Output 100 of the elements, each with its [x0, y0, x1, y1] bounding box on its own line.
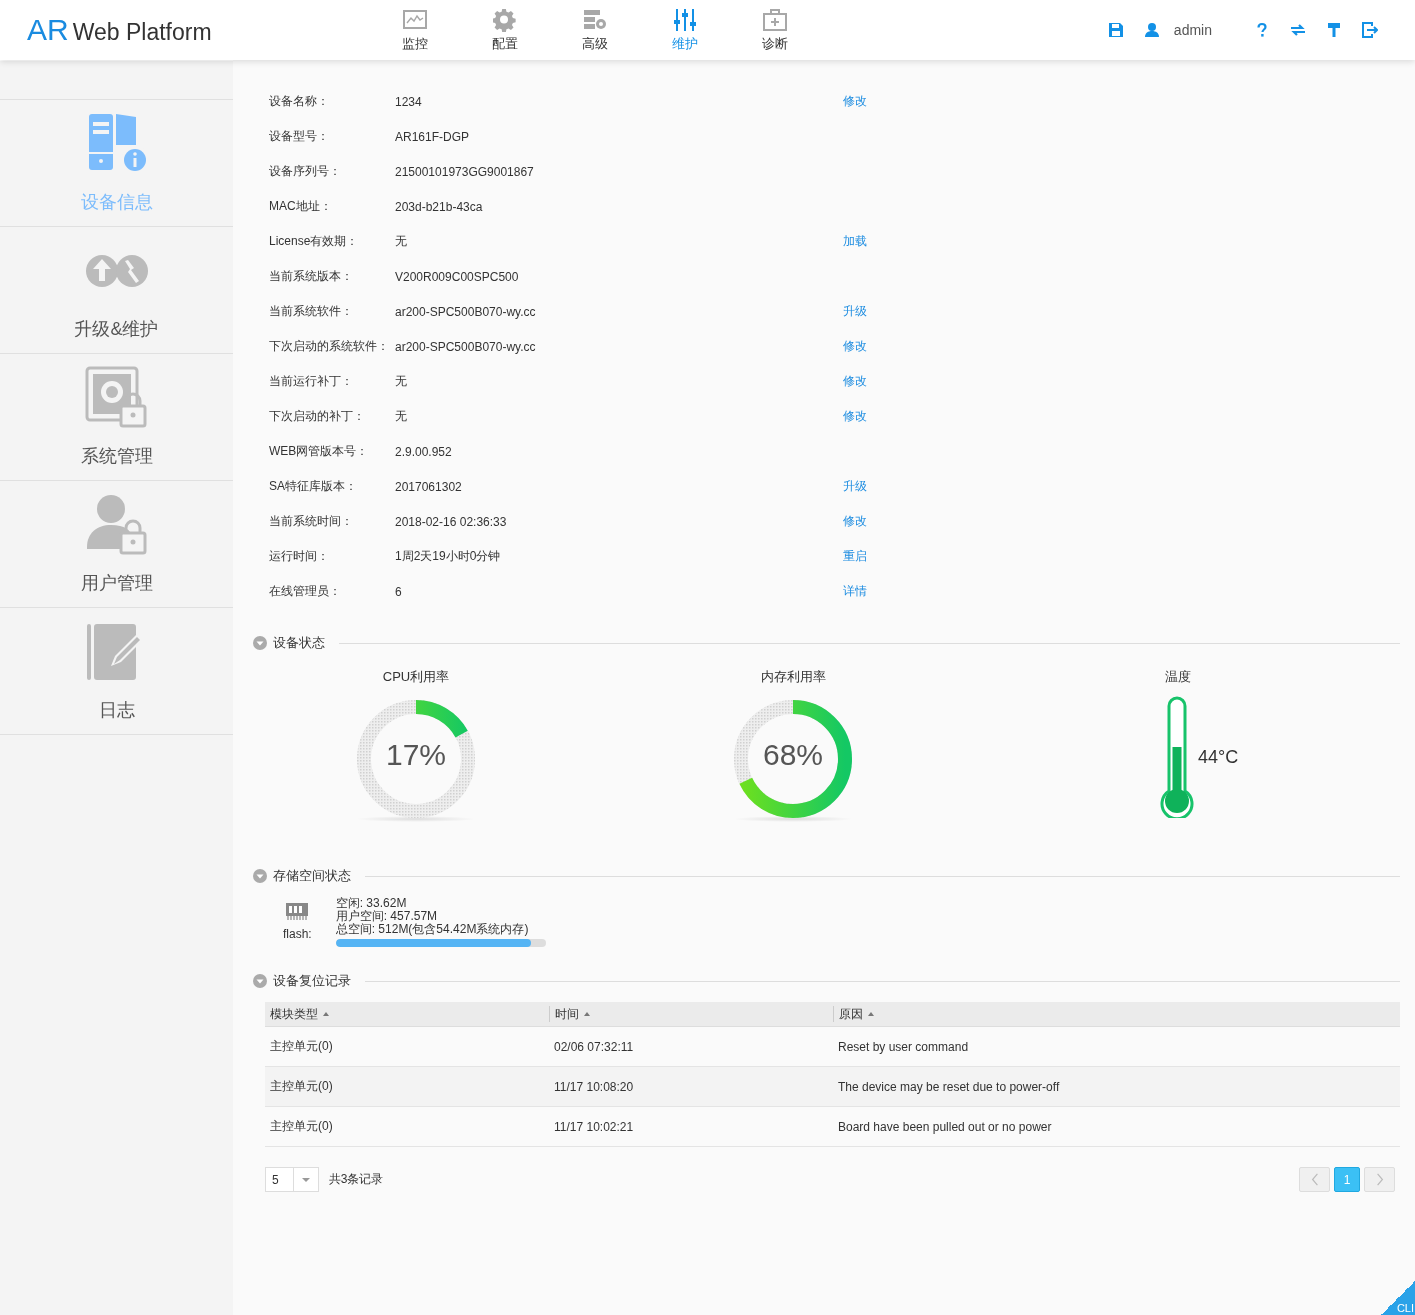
- action-link[interactable]: 修改: [843, 93, 867, 110]
- user-icon: [1143, 22, 1160, 38]
- chevron-right-icon: [1375, 1173, 1384, 1186]
- sidebar-item[interactable]: 设备信息: [0, 100, 233, 227]
- nav-tab[interactable]: 维护: [640, 7, 730, 53]
- user-lock-icon: [84, 493, 149, 557]
- section-title: 设备复位记录: [273, 972, 351, 990]
- field-value: 6: [395, 584, 403, 599]
- table-cell-text: 主控单元(0): [269, 1038, 334, 1055]
- section-title: 设备状态: [273, 634, 325, 652]
- field-label: License有效期：: [269, 233, 360, 250]
- sidebar-item[interactable]: 用户管理: [0, 481, 233, 608]
- field-label: 当前运行补丁：: [269, 373, 354, 390]
- action-link[interactable]: 详情: [843, 583, 867, 600]
- action-link[interactable]: 修改: [843, 338, 867, 355]
- field-value: 无: [395, 233, 408, 250]
- collapse-icon[interactable]: [253, 869, 267, 883]
- storage-total: 总空间: 512M(包含54.42M系统内存): [335, 923, 530, 936]
- section-title: 存储空间状态: [273, 867, 351, 885]
- column-header[interactable]: 时间: [549, 1006, 833, 1022]
- field-label: 当前系统版本：: [269, 268, 354, 285]
- field-label: 设备名称：: [269, 93, 330, 110]
- collapse-icon[interactable]: [253, 974, 267, 988]
- sidebar-item[interactable]: 系统管理: [0, 354, 233, 481]
- page-button[interactable]: 1: [1334, 1167, 1360, 1192]
- memory-chip-icon: [285, 901, 310, 921]
- gauge-reading: 68%: [761, 738, 824, 772]
- field-value: 无: [395, 408, 408, 425]
- logo-brand: AR: [27, 13, 69, 47]
- action-link[interactable]: 修改: [843, 513, 867, 530]
- nav-tab[interactable]: 高级: [550, 7, 640, 53]
- column-header[interactable]: 原因: [833, 1006, 879, 1022]
- cli-corner-button[interactable]: CLI: [1381, 1281, 1415, 1315]
- field-value: 无: [395, 373, 408, 390]
- storage-user: 用户空间: 457.57M: [335, 910, 439, 923]
- field-label: SA特征库版本：: [269, 478, 358, 495]
- table-cell-text: The device may be reset due to power-off: [837, 1079, 1061, 1094]
- action-link[interactable]: 修改: [843, 408, 867, 425]
- chevron-left-icon: [1310, 1173, 1319, 1186]
- pin-icon[interactable]: [1326, 22, 1342, 38]
- logo-name: Web Platform: [72, 19, 212, 46]
- gauge-label: 内存利用率: [760, 668, 826, 686]
- field-value: 21500101973GG9001867: [395, 164, 535, 179]
- record-count: 共3条记录: [328, 1171, 384, 1188]
- gauge-reading: 17%: [384, 738, 447, 772]
- field-value: 203d-b21b-43ca: [395, 199, 484, 214]
- nav-tab[interactable]: 监控: [370, 7, 460, 53]
- table-cell-text: Reset by user command: [837, 1039, 970, 1054]
- field-value: 1234: [395, 94, 423, 109]
- action-link[interactable]: 加载: [843, 233, 867, 250]
- field-label: 设备型号：: [269, 128, 330, 145]
- collapse-icon[interactable]: [253, 636, 267, 650]
- field-label: 当前系统软件：: [269, 303, 354, 320]
- nav-tab[interactable]: 配置: [460, 7, 550, 53]
- field-label: 下次启动的补丁：: [269, 408, 366, 425]
- field-label: 在线管理员：: [269, 583, 342, 600]
- field-value: ar200-SPC500B070-wy.cc: [395, 304, 537, 319]
- field-value: 2018-02-16 02:36:33: [395, 514, 508, 529]
- sliders-icon: [673, 7, 697, 32]
- action-link[interactable]: 修改: [843, 373, 867, 390]
- table-cell-text: 11/17 10:08:20: [553, 1079, 635, 1094]
- field-label: WEB网管版本号：: [269, 443, 370, 460]
- gauge-label: CPU利用率: [382, 668, 450, 686]
- field-value: 2.9.00.952: [395, 444, 453, 459]
- nav-tab[interactable]: 诊断: [730, 7, 820, 53]
- field-value: 1周2天19小时0分钟: [395, 548, 502, 565]
- field-label: 运行时间：: [269, 548, 330, 565]
- table-cell-text: Board have been pulled out or no power: [837, 1119, 1053, 1134]
- action-link[interactable]: 升级: [843, 303, 867, 320]
- save-icon[interactable]: [1107, 22, 1124, 38]
- action-link[interactable]: 升级: [843, 478, 867, 495]
- sidebar-item[interactable]: 日志: [0, 608, 233, 735]
- temperature-reading: 44°C: [1198, 746, 1239, 768]
- settings-lock-icon: [84, 366, 149, 430]
- medical-kit-icon: [763, 7, 787, 32]
- table-cell-text: 主控单元(0): [269, 1118, 334, 1135]
- field-value: AR161F-DGP: [395, 129, 471, 144]
- logout-icon[interactable]: [1362, 22, 1378, 38]
- field-value: V200R009C00SPC500: [395, 269, 520, 284]
- gauge-label: 温度: [1164, 668, 1191, 686]
- action-link[interactable]: 重启: [843, 548, 867, 565]
- storage-free: 空闲: 33.62M: [335, 897, 408, 910]
- sidebar-item[interactable]: 升级&维护: [0, 227, 233, 354]
- swap-arrows-icon[interactable]: [1290, 22, 1306, 38]
- field-label: MAC地址：: [269, 198, 333, 215]
- column-header[interactable]: 模块类型: [265, 1006, 549, 1022]
- page-size-select[interactable]: 5: [265, 1167, 319, 1192]
- table-cell-text: 02/06 07:32:11: [553, 1039, 635, 1054]
- field-value: ar200-SPC500B070-wy.cc: [395, 339, 537, 354]
- thermometer-bulb: [1165, 789, 1189, 813]
- help-icon[interactable]: [1254, 22, 1270, 38]
- field-label: 当前系统时间：: [269, 513, 354, 530]
- gear-icon: [493, 7, 517, 32]
- table-cell-text: 11/17 10:02:21: [553, 1119, 635, 1134]
- monitor-icon: [403, 7, 427, 32]
- field-label: 设备序列号：: [269, 163, 342, 180]
- table-cell-text: 主控单元(0): [269, 1078, 334, 1095]
- username: admin: [1173, 22, 1212, 38]
- field-value: 2017061302: [395, 479, 463, 494]
- server-gear-icon: [583, 7, 607, 32]
